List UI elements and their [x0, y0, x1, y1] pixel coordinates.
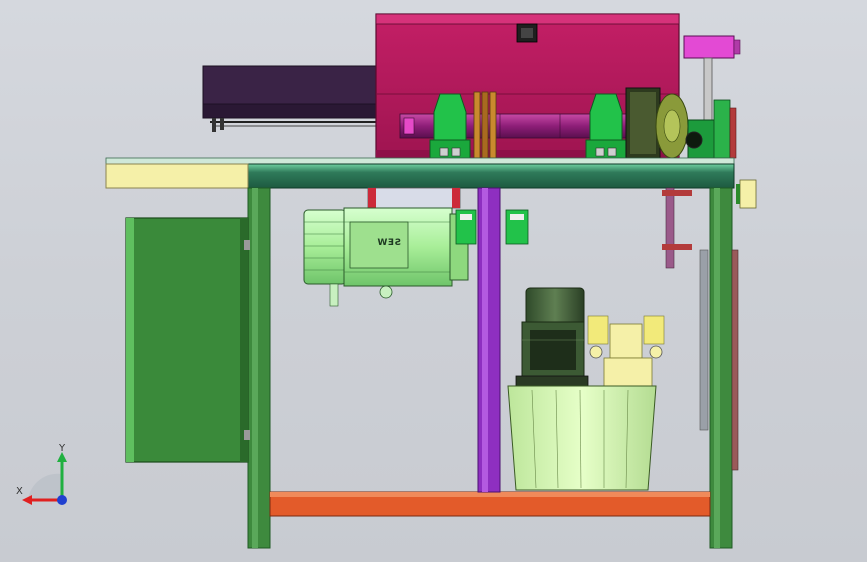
- x-axis-label: X: [16, 486, 23, 497]
- oil-tank[interactable]: [507, 385, 657, 491]
- z-axis-dot: [57, 495, 67, 505]
- x-axis-head: [22, 495, 32, 505]
- bottom-cross-beam[interactable]: [269, 491, 711, 517]
- brake-disc[interactable]: [655, 93, 689, 159]
- pulley-discs[interactable]: [473, 91, 497, 159]
- pulley-guard[interactable]: [367, 187, 461, 209]
- valve-block[interactable]: [587, 315, 665, 387]
- triad-plane: [28, 473, 62, 500]
- cad-viewport[interactable]: SEW Y X: [0, 0, 867, 562]
- cream-side-plate[interactable]: [105, 163, 249, 189]
- coupling-hub[interactable]: [625, 87, 661, 159]
- purple-column[interactable]: [477, 187, 501, 493]
- assembly-drawing[interactable]: [0, 0, 867, 562]
- hydraulic-pump-motor[interactable]: [515, 287, 589, 387]
- axis-triad[interactable]: [14, 440, 84, 510]
- mount-bracket-right[interactable]: [505, 209, 529, 245]
- drive-motor[interactable]: [303, 207, 469, 307]
- motor-nameplate: SEW: [376, 238, 402, 248]
- limit-switch[interactable]: [736, 179, 757, 209]
- y-axis-label: Y: [59, 443, 66, 454]
- frame-leg-right[interactable]: [709, 187, 733, 549]
- mount-bracket-left[interactable]: [455, 209, 477, 245]
- frame-leg-left[interactable]: [247, 187, 271, 549]
- electrical-cabinet[interactable]: [125, 217, 250, 463]
- dark-cover-housing[interactable]: [202, 65, 405, 132]
